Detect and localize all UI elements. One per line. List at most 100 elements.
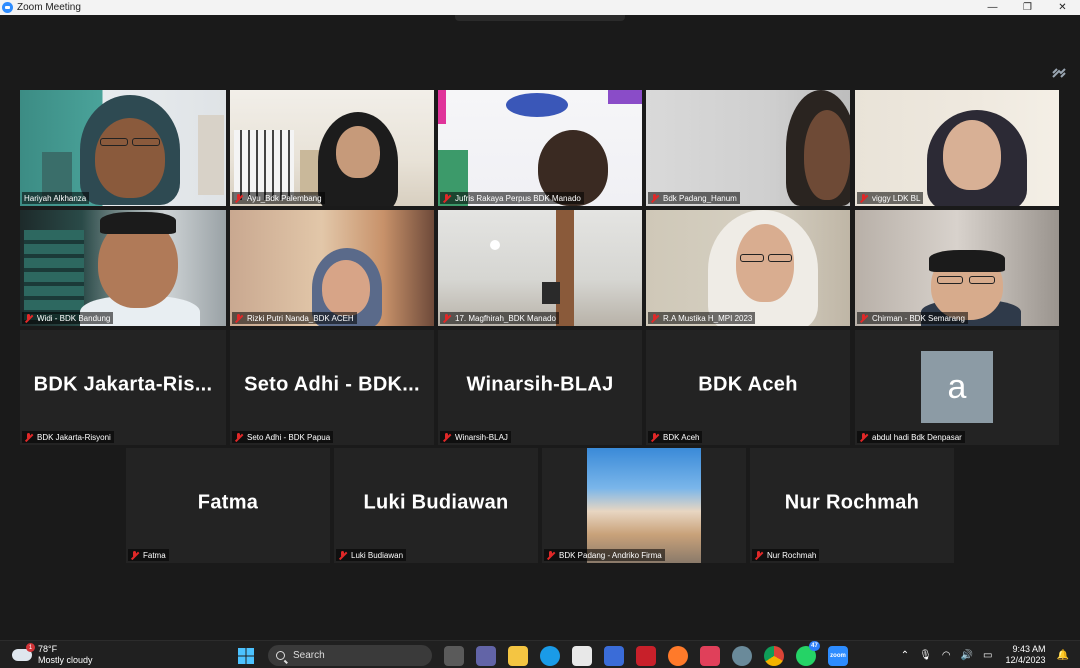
notification-badge: 1 [26,643,35,652]
taskbar-clock[interactable]: 9:43 AM 12/4/2023 [1006,644,1046,666]
top-toolbar-handle[interactable] [455,15,625,21]
mic-muted-icon [130,550,139,560]
video-tile[interactable]: R.A Mustika H_MPI 2023 [646,210,850,326]
mic-muted-icon [234,432,243,442]
participant-display-name: Seto Adhi - BDK... [244,373,420,396]
mic-muted-icon [859,313,868,323]
participant-profile-photo [587,448,701,563]
participant-name-tag: Hariyah Alkhanza [22,192,90,204]
mic-muted-icon [442,432,451,442]
system-tray: ⌃ 🎙 ◠ 🔊 ▭ 9:43 AM 12/4/2023 🔔 [896,644,1074,666]
maximize-button[interactable]: ❐ [1010,0,1045,15]
participant-display-name: Winarsih-BLAJ [466,373,614,396]
participant-name-tag: BDK Jakarta-Risyoni [22,431,114,443]
video-tile[interactable]: Rizki Putri Nanda_BDK ACEH [230,210,434,326]
participant-name-tag: Winarsih-BLAJ [440,431,511,443]
participant-name-tag: BDK Padang - Andriko Firma [544,549,665,561]
participant-display-name: Luki Budiawan [363,491,509,514]
mic-muted-icon [650,432,659,442]
pen-app-icon[interactable] [604,645,624,666]
view-switch-icon[interactable] [1049,63,1069,83]
window-title: Zoom Meeting [17,2,81,13]
participant-name-tag: Jufris Rakaya Perpus BDK Manado [440,192,584,204]
weather-temperature: 78°F [38,644,58,654]
participant-display-name: Nur Rochmah [784,491,920,514]
teams-chat-icon[interactable] [476,645,496,666]
mic-muted-icon [234,313,243,323]
weather-description: Mostly cloudy [38,655,93,665]
mic-muted-icon [650,193,659,203]
notification-bell-icon[interactable]: 🔔 [1057,650,1069,661]
mic-muted-icon [24,313,33,323]
minimize-button[interactable]: — [975,0,1010,15]
participant-name-tag: Chirman - BDK Semarang [857,312,968,324]
video-tile[interactable]: viggy LDK BL [855,90,1059,206]
task-view-icon[interactable] [444,645,464,666]
search-icon [276,651,285,660]
mic-muted-icon [754,550,763,560]
video-tile[interactable]: Ayu_Bdk Palembang [230,90,434,206]
taskbar-search-input[interactable]: Search [268,645,432,666]
participant-name-tag: viggy LDK BL [857,192,924,204]
video-tile[interactable]: Hariyah Alkhanza [20,90,226,206]
whatsapp-icon[interactable]: 47 [796,640,820,666]
no-video-tile[interactable]: Nur Rochmah Nur Rochmah [750,448,954,563]
participant-display-name: Fatma [197,491,259,514]
window-titlebar: Zoom Meeting — ❐ ✕ [0,0,1080,15]
no-video-tile[interactable]: a abdul hadi Bdk Denpasar [855,330,1059,445]
battery-icon[interactable]: ▭ [983,650,992,661]
mic-muted-icon [859,432,868,442]
file-explorer-icon[interactable] [508,645,528,666]
video-tile[interactable]: 17. Magfhirah_BDK Manado [438,210,642,326]
no-video-tile[interactable]: BDK Jakarta-Ris... BDK Jakarta-Risyoni [20,330,226,445]
participant-name-tag: Rizki Putri Nanda_BDK ACEH [232,312,357,324]
no-video-tile[interactable]: Fatma Fatma [126,448,330,563]
wifi-icon[interactable]: ◠ [942,650,951,661]
browser-globe-icon[interactable] [732,645,752,666]
clock-time: 9:43 AM [1012,644,1046,654]
firefox-icon[interactable] [668,645,688,666]
no-video-tile[interactable]: Winarsih-BLAJ Winarsih-BLAJ [438,330,642,445]
vivaldi-icon[interactable] [700,645,720,666]
no-video-tile[interactable]: Seto Adhi - BDK... Seto Adhi - BDK Papua [230,330,434,445]
no-video-tile[interactable]: BDK Padang - Andriko Firma [542,448,746,563]
participant-name-tag: Widi - BDK Bandung [22,312,114,324]
chrome-icon[interactable] [764,645,784,666]
participant-name-tag: R.A Mustika H_MPI 2023 [648,312,756,324]
participant-name-tag: Nur Rochmah [752,549,820,561]
weather-widget[interactable]: 1 78°F Mostly cloudy [12,643,93,666]
participant-name-tag: Ayu_Bdk Palembang [232,192,325,204]
close-button[interactable]: ✕ [1045,0,1080,15]
edge-browser-icon[interactable] [540,645,560,666]
participant-display-name: BDK Aceh [698,373,798,396]
mic-muted-icon [24,432,33,442]
mic-muted-icon [546,550,555,560]
zoom-logo-icon [2,2,13,13]
no-video-tile[interactable]: BDK Aceh BDK Aceh [646,330,850,445]
windows-start-icon[interactable] [236,646,256,666]
video-tile[interactable]: Jufris Rakaya Perpus BDK Manado [438,90,642,206]
mic-muted-icon [859,193,868,203]
microphone-icon[interactable]: 🎙 [919,650,932,661]
mic-muted-icon [442,313,451,323]
video-tile[interactable]: Bdk Padang_Hanum [646,90,850,206]
search-label: Search [293,650,325,661]
microsoft-store-icon[interactable] [572,645,592,666]
antivirus-shield-icon[interactable] [636,645,656,666]
participant-name-tag: abdul hadi Bdk Denpasar [857,431,965,443]
clock-date: 12/4/2023 [1005,655,1046,665]
no-video-tile[interactable]: Luki Budiawan Luki Budiawan [334,448,538,563]
participant-avatar: a [921,351,993,423]
video-tile[interactable]: Widi - BDK Bandung [20,210,226,326]
volume-icon[interactable]: 🔊 [961,650,973,661]
mic-muted-icon [234,193,243,203]
zoom-app-icon[interactable]: zoom [828,645,848,666]
mic-muted-icon [650,313,659,323]
windows-taskbar: 1 78°F Mostly cloudy Search 47 zoom ⌃ 🎙 [0,640,1080,668]
video-tile[interactable]: Chirman - BDK Semarang [855,210,1059,326]
chevron-up-icon[interactable]: ⌃ [901,650,909,661]
participant-name-tag: Seto Adhi - BDK Papua [232,431,334,443]
participant-name-tag: Luki Budiawan [336,549,407,561]
whatsapp-unread-badge: 47 [809,640,820,651]
participant-name-tag: BDK Aceh [648,431,703,443]
